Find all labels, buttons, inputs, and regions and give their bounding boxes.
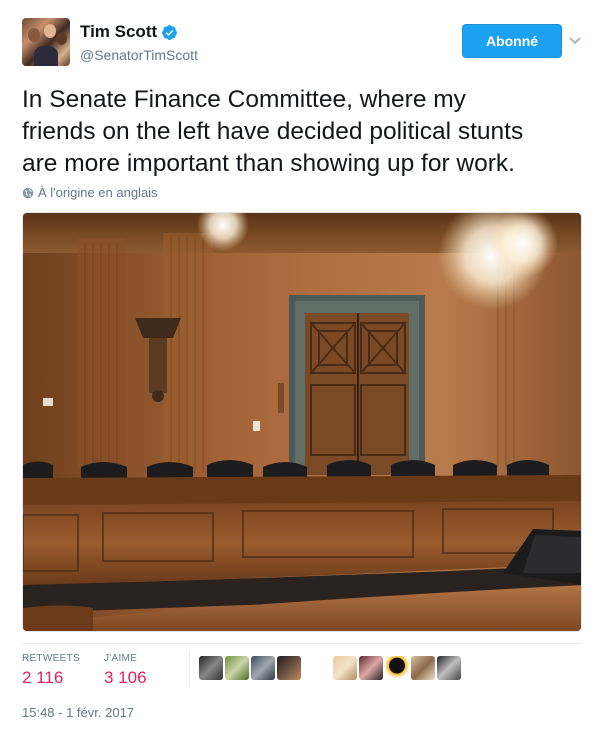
stats-divider — [189, 650, 190, 688]
display-name-text[interactable]: Tim Scott — [80, 22, 157, 42]
liker-spacer — [303, 656, 333, 682]
liker-avatar[interactable] — [333, 656, 357, 680]
following-button[interactable]: Abonné — [462, 24, 562, 58]
verified-badge-icon — [162, 24, 178, 40]
avatar[interactable] — [22, 18, 70, 66]
photo-senate-committee-room — [23, 213, 581, 631]
avatar-face — [28, 28, 40, 42]
translation-note[interactable]: À l'origine en anglais — [22, 185, 158, 200]
liker-avatar[interactable] — [277, 656, 301, 680]
retweets-stat[interactable]: RETWEETS 2 116 — [22, 653, 80, 688]
liker-avatar[interactable] — [251, 656, 275, 680]
liker-avatar[interactable] — [385, 656, 409, 680]
retweets-count: 2 116 — [22, 668, 64, 687]
tweet-header: Tim Scott @SenatorTimScott Abonné — [22, 18, 582, 68]
liker-avatar[interactable] — [437, 656, 461, 680]
globe-icon — [22, 187, 34, 198]
translation-label[interactable]: À l'origine en anglais — [38, 185, 158, 200]
liker-avatar[interactable] — [411, 656, 435, 680]
avatar-body — [34, 46, 58, 66]
liker-avatar[interactable] — [199, 656, 223, 680]
liker-avatar[interactable] — [359, 656, 383, 680]
author-block: Tim Scott @SenatorTimScott — [80, 22, 198, 63]
tweet-photo[interactable] — [22, 212, 582, 632]
display-name[interactable]: Tim Scott — [80, 22, 178, 42]
chevron-down-icon[interactable] — [567, 32, 583, 48]
engagement-stats: RETWEETS 2 116 J'AIME 3 106 — [22, 643, 582, 693]
retweets-label: RETWEETS — [22, 653, 80, 664]
liker-avatar[interactable] — [225, 656, 249, 680]
avatar-face — [56, 32, 67, 45]
tweet-timestamp[interactable]: 15:48 - 1 févr. 2017 — [22, 705, 134, 720]
handle[interactable]: @SenatorTimScott — [80, 47, 198, 63]
tweet-text: In Senate Finance Committee, where my fr… — [22, 86, 524, 177]
likes-label: J'AIME — [104, 653, 138, 664]
liker-avatars — [199, 656, 463, 682]
likes-count: 3 106 — [104, 668, 147, 687]
likes-stat[interactable]: J'AIME 3 106 — [104, 653, 147, 688]
avatar-face — [44, 24, 56, 38]
